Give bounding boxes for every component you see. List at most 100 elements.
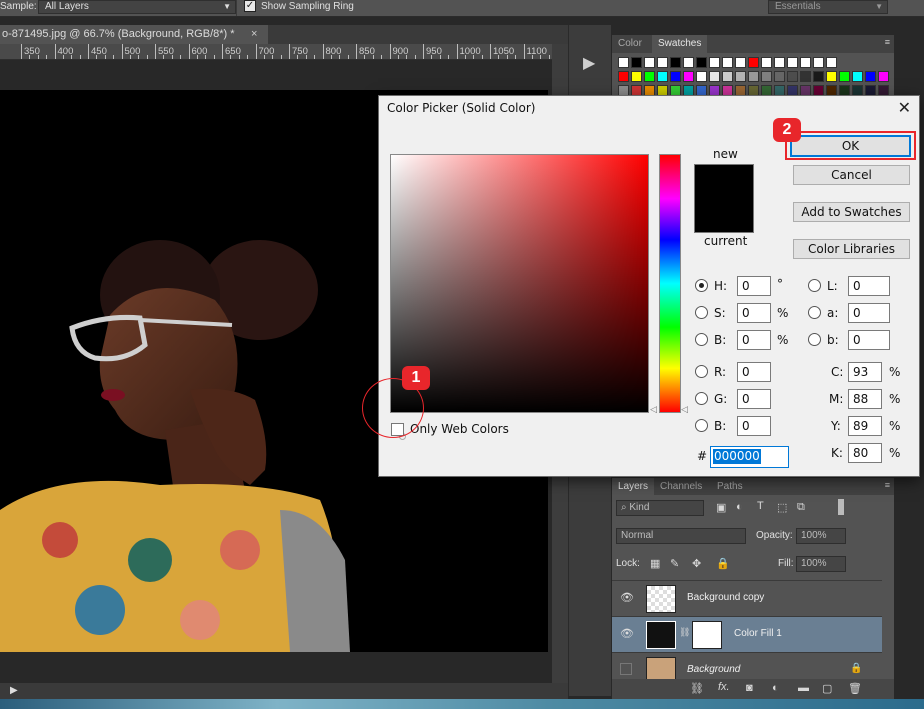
color-swatch[interactable] — [774, 71, 785, 82]
adjustment-layer-icon[interactable]: ◐ — [772, 682, 779, 694]
tab-layers[interactable]: Layers — [612, 478, 655, 496]
type-filter-icon[interactable]: T — [757, 500, 764, 512]
a-channel-input[interactable]: 0 — [848, 303, 890, 323]
b-channel-radio[interactable] — [808, 333, 821, 346]
color-swatch[interactable] — [787, 71, 798, 82]
color-swatch[interactable] — [696, 57, 707, 68]
color-swatch[interactable] — [761, 71, 772, 82]
color-swatch[interactable] — [657, 57, 668, 68]
tab-color[interactable]: Color — [612, 35, 648, 53]
color-swatch[interactable] — [774, 57, 785, 68]
lock-all-icon[interactable]: 🔒 — [716, 557, 730, 570]
cancel-button[interactable]: Cancel — [793, 165, 910, 185]
color-swatch[interactable] — [826, 57, 837, 68]
saturation-input[interactable]: 0 — [737, 303, 771, 323]
color-swatch[interactable] — [722, 57, 733, 68]
panel-menu-icon[interactable]: ≡ — [885, 480, 890, 490]
color-fill-thumbnail[interactable] — [646, 621, 676, 649]
color-swatch[interactable] — [813, 71, 824, 82]
magenta-input[interactable]: 88 — [848, 389, 882, 409]
lock-position-icon[interactable]: ✥ — [692, 557, 701, 570]
b-channel-input[interactable]: 0 — [848, 330, 890, 350]
layer-filter-select[interactable]: ⌕ Kind — [616, 500, 704, 516]
add-mask-icon[interactable]: ◙ — [746, 682, 753, 694]
document-tab[interactable]: o-871495.jpg @ 66.7% (Background, RGB/8*… — [0, 25, 268, 44]
hue-slider[interactable] — [659, 154, 681, 413]
color-swatch[interactable] — [813, 57, 824, 68]
hue-slider-handle-left[interactable]: ◁ — [650, 405, 657, 415]
green-input[interactable]: 0 — [737, 389, 771, 409]
green-radio[interactable] — [695, 392, 708, 405]
color-swatch[interactable] — [670, 57, 681, 68]
color-swatch[interactable] — [852, 71, 863, 82]
color-swatch[interactable] — [618, 71, 629, 82]
red-radio[interactable] — [695, 365, 708, 378]
add-to-swatches-button[interactable]: Add to Swatches — [793, 202, 910, 222]
fx-icon[interactable]: fx. — [718, 681, 730, 693]
lock-transparent-icon[interactable]: ▦ — [650, 557, 660, 570]
color-swatch[interactable] — [787, 57, 798, 68]
image-filter-icon[interactable]: ▣ — [716, 501, 726, 514]
new-layer-icon[interactable]: ▢ — [822, 682, 832, 695]
color-swatch[interactable] — [865, 71, 876, 82]
tab-swatches[interactable]: Swatches — [652, 35, 708, 53]
color-swatch[interactable] — [709, 71, 720, 82]
hue-radio[interactable] — [695, 279, 708, 292]
lightness-radio[interactable] — [808, 279, 821, 292]
color-swatch[interactable] — [631, 57, 642, 68]
color-swatch[interactable] — [670, 71, 681, 82]
black-input[interactable]: 80 — [848, 443, 882, 463]
color-swatch[interactable] — [878, 71, 889, 82]
close-icon[interactable]: × — [251, 25, 257, 43]
blue-radio[interactable] — [695, 419, 708, 432]
color-swatch[interactable] — [683, 71, 694, 82]
color-swatch[interactable] — [839, 71, 850, 82]
color-swatch[interactable] — [735, 71, 746, 82]
show-sampling-ring-checkbox[interactable]: ✓ — [244, 0, 256, 12]
current-color-swatch[interactable] — [694, 199, 754, 233]
play-icon[interactable]: ▶ — [10, 685, 18, 696]
eye-icon[interactable]: 👁 — [620, 591, 634, 605]
brightness-input[interactable]: 0 — [737, 330, 771, 350]
color-libraries-button[interactable]: Color Libraries — [793, 239, 910, 259]
brightness-radio[interactable] — [695, 333, 708, 346]
hue-input[interactable]: 0 — [737, 276, 771, 296]
color-swatch[interactable] — [748, 71, 759, 82]
hex-input[interactable]: 000000 — [710, 446, 789, 468]
eye-icon[interactable]: 👁 — [620, 627, 634, 641]
blue-input[interactable]: 0 — [737, 416, 771, 436]
mask-thumbnail[interactable] — [692, 621, 722, 649]
color-swatch[interactable] — [826, 71, 837, 82]
sample-select[interactable]: All Layers ▼ — [38, 0, 236, 14]
play-icon[interactable]: ▶ — [583, 53, 595, 73]
tab-channels[interactable]: Channels — [654, 478, 708, 496]
layer-row[interactable]: 👁 Background copy — [612, 580, 882, 616]
new-group-icon[interactable]: ▬ — [798, 682, 809, 694]
color-swatch[interactable] — [709, 57, 720, 68]
a-channel-radio[interactable] — [808, 306, 821, 319]
lightness-input[interactable]: 0 — [848, 276, 890, 296]
workspace-select[interactable]: Essentials ▼ — [768, 0, 888, 14]
color-swatch[interactable] — [644, 57, 655, 68]
color-swatch[interactable] — [722, 71, 733, 82]
color-swatch[interactable] — [735, 57, 746, 68]
color-swatch[interactable] — [631, 71, 642, 82]
yellow-input[interactable]: 89 — [848, 416, 882, 436]
lock-image-icon[interactable]: ✎ — [670, 557, 679, 570]
hue-slider-handle-right[interactable]: ◁ — [681, 405, 688, 415]
color-swatch[interactable] — [618, 57, 629, 68]
color-swatch[interactable] — [644, 71, 655, 82]
cyan-input[interactable]: 93 — [848, 362, 882, 382]
fill-field[interactable]: 100% — [796, 556, 846, 572]
trash-icon[interactable]: 🗑 — [848, 682, 862, 695]
visibility-toggle[interactable] — [620, 663, 632, 675]
filter-toggle[interactable] — [838, 499, 844, 515]
tab-paths[interactable]: Paths — [711, 478, 749, 496]
layer-row[interactable]: 👁 ⛓ Color Fill 1 — [612, 616, 882, 652]
shape-filter-icon[interactable]: ⬚ — [777, 501, 787, 514]
adjustment-filter-icon[interactable]: ◐ — [736, 501, 743, 513]
panel-menu-icon[interactable]: ≡ — [885, 37, 890, 47]
color-swatch[interactable] — [696, 71, 707, 82]
link-layers-icon[interactable]: ⛓ — [690, 682, 704, 695]
color-swatch[interactable] — [761, 57, 772, 68]
